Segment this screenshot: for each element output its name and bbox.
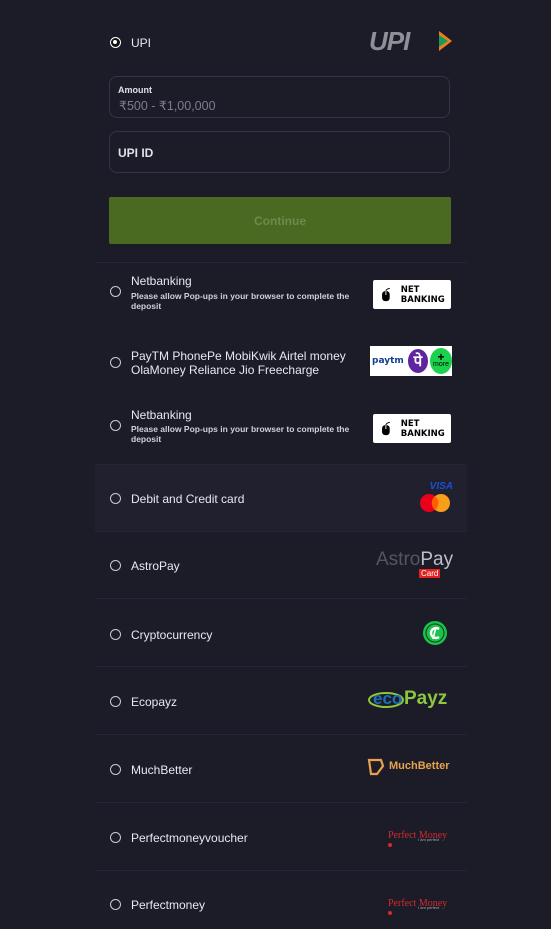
muchbetter-logo: MuchBetter	[367, 757, 455, 777]
method-label: Perfectmoneyvoucher	[131, 831, 248, 845]
visa-mastercard-icon: VISA	[417, 481, 453, 517]
method-radio[interactable]	[110, 832, 121, 843]
method-radio[interactable]	[110, 899, 121, 910]
method-label: Netbanking	[131, 408, 192, 422]
method-label: Ecopayz	[131, 695, 178, 709]
amount-placeholder: ₹500 - ₹1,00,000	[119, 99, 216, 113]
method-label: Debit and Credit card	[131, 492, 245, 506]
upi-id-field[interactable]: UPI ID	[109, 131, 450, 173]
ecopayz-logo: eco Payz	[368, 687, 454, 711]
method-row-wallets[interactable]: PayTM PhonePe MobiKwik Airtel money OlaM…	[95, 329, 467, 396]
method-row-crypto[interactable]: Cryptocurrency	[95, 598, 467, 666]
upi-logo-text: UPI	[369, 28, 411, 54]
method-radio[interactable]	[110, 357, 121, 368]
method-label: PayTM PhonePe MobiKwik Airtel money	[131, 349, 346, 363]
perfect-money-logo: Perfect Money I am perfect	[388, 893, 454, 915]
method-row-card[interactable]: Debit and Credit card VISA	[95, 464, 467, 532]
method-radio[interactable]	[110, 764, 121, 775]
method-radio[interactable]	[110, 696, 121, 707]
method-note: Please allow Pop-ups in your browser to …	[131, 424, 350, 444]
method-label: MuchBetter	[131, 763, 193, 777]
method-row-perfectmoneyvoucher[interactable]: Perfectmoneyvoucher Perfect Money I am p…	[95, 802, 467, 870]
upi-label: UPI	[131, 36, 152, 50]
method-label: Netbanking	[131, 274, 192, 288]
method-label: AstroPay	[131, 559, 180, 573]
muchbetter-icon	[367, 758, 385, 776]
net-banking-logo: NET BANKING	[373, 414, 451, 443]
method-label: Cryptocurrency	[131, 628, 213, 642]
mouse-icon	[382, 287, 391, 301]
method-note: Please allow Pop-ups in your browser to …	[131, 291, 350, 311]
astropay-logo: AstroPay Card	[376, 549, 454, 578]
method-radio[interactable]	[110, 629, 121, 640]
mouse-icon	[382, 421, 391, 435]
wallets-logo: paytm पे + more	[370, 346, 452, 376]
upi-radio[interactable]	[110, 37, 121, 48]
net-banking-text: NET BANKING	[400, 284, 445, 305]
amount-label: Amount	[118, 85, 152, 95]
method-row-netbanking[interactable]: Netbanking Please allow Pop-ups in your …	[95, 396, 467, 463]
amount-field[interactable]: Amount ₹500 - ₹1,00,000	[109, 76, 450, 118]
astropay-card-badge: Card	[419, 569, 441, 578]
upi-logo-icon: UPI	[369, 28, 452, 54]
net-banking-logo: NET BANKING	[373, 280, 451, 309]
method-row-ecopayz[interactable]: Ecopayz eco Payz	[95, 666, 467, 734]
method-label-line2: OlaMoney Reliance Jio Freecharge	[131, 363, 320, 377]
upi-id-placeholder: UPI ID	[118, 146, 154, 160]
method-row-astropay[interactable]: AstroPay AstroPay Card	[95, 531, 467, 599]
perfect-money-logo: Perfect Money I am perfect	[388, 825, 454, 847]
net-banking-text: NET BANKING	[400, 418, 445, 439]
paytm-logo-text: paytm	[372, 356, 404, 366]
method-radio[interactable]	[110, 420, 121, 431]
visa-logo-text: VISA	[429, 481, 453, 492]
mastercard-icon	[420, 494, 450, 512]
more-logo: + more	[430, 348, 452, 374]
method-row-perfectmoney[interactable]: Perfectmoney Perfect Money I am perfect	[95, 870, 467, 928]
method-radio[interactable]	[110, 493, 121, 504]
payment-panel: UPI UPI Amount ₹500 - ₹1,00,000 UPI ID C…	[95, 0, 467, 927]
continue-button[interactable]: Continue	[109, 197, 451, 244]
method-radio[interactable]	[110, 286, 121, 297]
method-label: Perfectmoney	[131, 898, 206, 912]
phonepe-logo: पे	[407, 349, 429, 373]
method-row-netbanking[interactable]: Netbanking Please allow Pop-ups in your …	[95, 262, 467, 330]
method-radio[interactable]	[110, 560, 121, 571]
crypto-coin-icon	[423, 621, 447, 645]
upi-section: UPI UPI Amount ₹500 - ₹1,00,000 UPI ID C…	[95, 0, 467, 262]
method-row-muchbetter[interactable]: MuchBetter MuchBetter	[95, 734, 467, 802]
